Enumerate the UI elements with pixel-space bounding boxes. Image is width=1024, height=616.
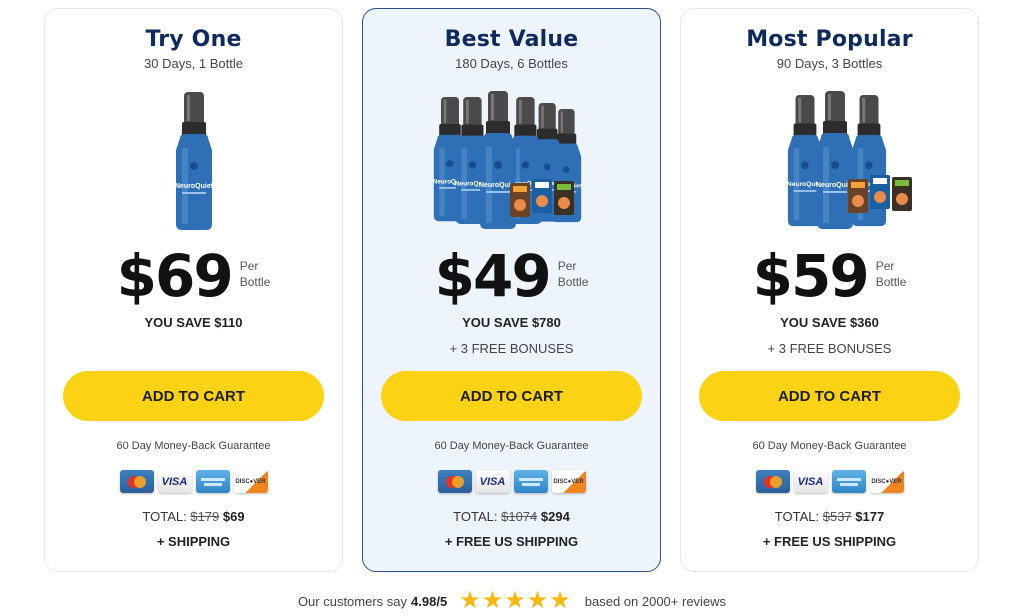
shipping-text: + SHIPPING bbox=[156, 534, 231, 549]
free-bonuses: + 3 FREE BONUSES bbox=[767, 341, 892, 356]
price: $49 bbox=[434, 242, 552, 310]
guarantee-text: 60 Day Money-Back Guarantee bbox=[434, 440, 589, 452]
visa-icon: VISA bbox=[793, 470, 828, 493]
total: TOTAL: $537 $177 bbox=[774, 509, 885, 524]
discover-icon: DISC●VER bbox=[869, 470, 904, 493]
amex-icon bbox=[831, 470, 866, 493]
price: $69 bbox=[116, 242, 234, 310]
you-save: YOU SAVE $110 bbox=[144, 315, 243, 330]
total-discounted: $294 bbox=[540, 509, 570, 524]
bonus-ebook-icon bbox=[531, 179, 552, 213]
guarantee-text: 60 Day Money-Back Guarantee bbox=[752, 440, 907, 452]
you-save: YOU SAVE $780 bbox=[462, 315, 561, 330]
price-row: $59 Per Bottle bbox=[681, 241, 978, 311]
add-to-cart-button[interactable]: ADD TO CART bbox=[699, 371, 960, 421]
plan-subtitle: 30 Days, 1 Bottle bbox=[144, 56, 243, 71]
bonus-ebook-icon bbox=[891, 177, 912, 211]
per-bottle-label: Per Bottle bbox=[875, 259, 907, 289]
free-bonuses: + 3 FREE BONUSES bbox=[449, 341, 574, 356]
total-discounted: $69 bbox=[222, 509, 245, 524]
discover-icon: DISC●VER bbox=[233, 470, 268, 493]
star-icon: ★ bbox=[526, 587, 549, 614]
you-save: YOU SAVE $360 bbox=[780, 315, 879, 330]
price-row: $49 Per Bottle bbox=[363, 241, 660, 311]
bonus-ebook-icon bbox=[869, 175, 890, 209]
reviews-suffix: based on 2000+ reviews bbox=[584, 593, 727, 609]
star-icon: ★ bbox=[504, 587, 526, 614]
plan-card-try-one: Try One 30 Days, 1 Bottle NeuroQuiet $69… bbox=[44, 8, 343, 572]
per-bottle-label: Per Bottle bbox=[557, 259, 589, 289]
bonus-ebook-icon bbox=[509, 183, 530, 217]
payment-methods: VISA DISC●VER bbox=[363, 470, 660, 493]
add-to-cart-button[interactable]: ADD TO CART bbox=[63, 371, 324, 421]
reviews-summary: Our customers say 4.98/5 ★ ★ ★ ★ ★ based… bbox=[0, 587, 1024, 614]
payment-methods: VISA DISC●VER bbox=[681, 470, 978, 493]
total: TOTAL: $179 $69 bbox=[142, 509, 245, 524]
plan-title: Most Popular bbox=[746, 27, 913, 52]
shipping-text: + FREE US SHIPPING bbox=[762, 534, 897, 549]
star-icon: ★ bbox=[481, 587, 504, 614]
payment-methods: VISA DISC●VER bbox=[45, 470, 342, 493]
plan-card-most-popular: Most Popular 90 Days, 3 Bottles NeuroQui… bbox=[680, 8, 979, 572]
reviews-prefix: Our customers say bbox=[297, 593, 408, 609]
add-to-cart-button[interactable]: ADD TO CART bbox=[381, 371, 642, 421]
plan-title: Best Value bbox=[444, 27, 579, 52]
bonus-ebook-icon bbox=[847, 179, 868, 213]
star-icon: ★ bbox=[459, 587, 481, 614]
svg-text:NeuroQuiet: NeuroQuiet bbox=[174, 183, 213, 190]
total: TOTAL: $1074 $294 bbox=[453, 509, 570, 524]
visa-icon: VISA bbox=[157, 470, 192, 493]
mastercard-icon bbox=[119, 470, 154, 493]
product-image: NeuroQuiet NeuroQuiet NeuroQuiet NeuroQu… bbox=[363, 87, 660, 237]
bonus-ebook-icon bbox=[553, 181, 574, 215]
bottle-icon: NeuroQuiet bbox=[174, 92, 213, 230]
product-image: NeuroQuiet NeuroQuiet NeuroQuiet bbox=[681, 87, 978, 237]
total-original: $537 bbox=[822, 509, 852, 524]
guarantee-text: 60 Day Money-Back Guarantee bbox=[116, 440, 271, 452]
rating-value: 4.98/5 bbox=[411, 593, 448, 609]
price-row: $69 Per Bottle bbox=[45, 241, 342, 311]
amex-icon bbox=[195, 470, 230, 493]
per-bottle-label: Per Bottle bbox=[239, 259, 271, 289]
mastercard-icon bbox=[755, 470, 790, 493]
product-image: NeuroQuiet bbox=[45, 87, 342, 237]
rating-stars: ★ ★ ★ ★ ★ bbox=[459, 587, 571, 614]
shipping-text: + FREE US SHIPPING bbox=[444, 534, 579, 549]
total-original: $1074 bbox=[501, 509, 538, 524]
star-icon: ★ bbox=[549, 587, 571, 614]
total-original: $179 bbox=[190, 509, 220, 524]
total-discounted: $177 bbox=[855, 509, 885, 524]
plan-subtitle: 90 Days, 3 Bottles bbox=[776, 56, 883, 71]
mastercard-icon bbox=[437, 470, 472, 493]
plan-title: Try One bbox=[145, 27, 242, 52]
plan-subtitle: 180 Days, 6 Bottles bbox=[455, 56, 568, 71]
discover-icon: DISC●VER bbox=[551, 470, 586, 493]
plan-card-best-value: Best Value 180 Days, 6 Bottles NeuroQuie… bbox=[362, 8, 661, 572]
amex-icon bbox=[513, 470, 548, 493]
price: $59 bbox=[752, 242, 870, 310]
visa-icon: VISA bbox=[475, 470, 510, 493]
